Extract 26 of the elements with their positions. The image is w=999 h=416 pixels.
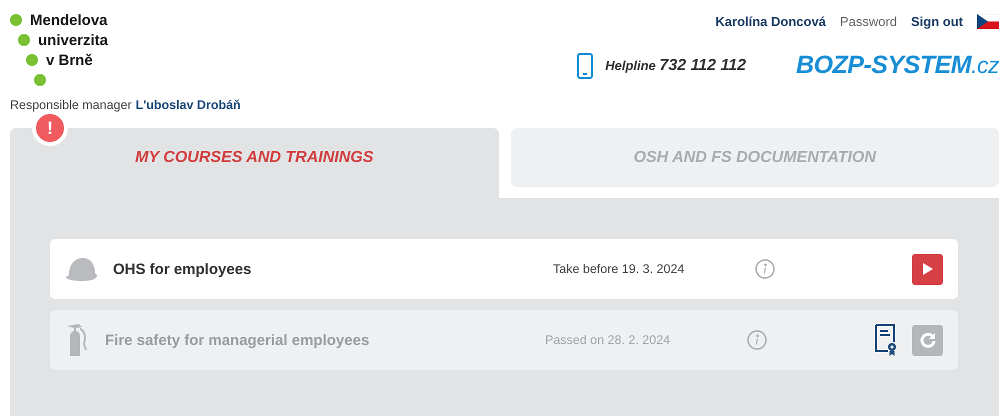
play-icon — [922, 263, 934, 275]
logo-dot-icon — [26, 54, 38, 66]
info-icon[interactable] — [755, 259, 775, 279]
sign-out-link[interactable]: Sign out — [911, 14, 963, 29]
logo-dot-icon — [10, 14, 22, 26]
phone-icon — [577, 52, 594, 78]
manager-label: Responsible manager — [10, 98, 132, 112]
logo-text: univerzita — [38, 32, 108, 48]
course-title: OHS for employees — [113, 260, 252, 278]
manager-name: L'uboslav Drobáň — [136, 98, 241, 112]
course-date: Take before 19. 3. 2024 — [553, 262, 686, 276]
course-date: Passed on 28. 2. 2024 — [545, 333, 672, 347]
course-title: Fire safety for managerial employees — [105, 332, 370, 348]
certificate-icon[interactable] — [874, 324, 898, 356]
password-link[interactable]: Password — [840, 14, 897, 29]
helmet-icon — [64, 255, 98, 283]
logo-dot-icon — [18, 34, 30, 46]
flag-icon[interactable] — [977, 14, 999, 29]
brand-logo: BOZP-SYSTEM.cz — [796, 51, 999, 80]
user-name-link[interactable]: Karolína Doncová — [715, 14, 826, 29]
logo-text: Mendelova — [30, 12, 108, 28]
helpline-text: Helpline 732 112 112 — [605, 56, 746, 74]
logo-dot-icon — [34, 74, 46, 86]
play-button[interactable] — [912, 254, 943, 284]
logo-text: v Brně — [46, 52, 93, 68]
refresh-icon — [920, 332, 936, 348]
